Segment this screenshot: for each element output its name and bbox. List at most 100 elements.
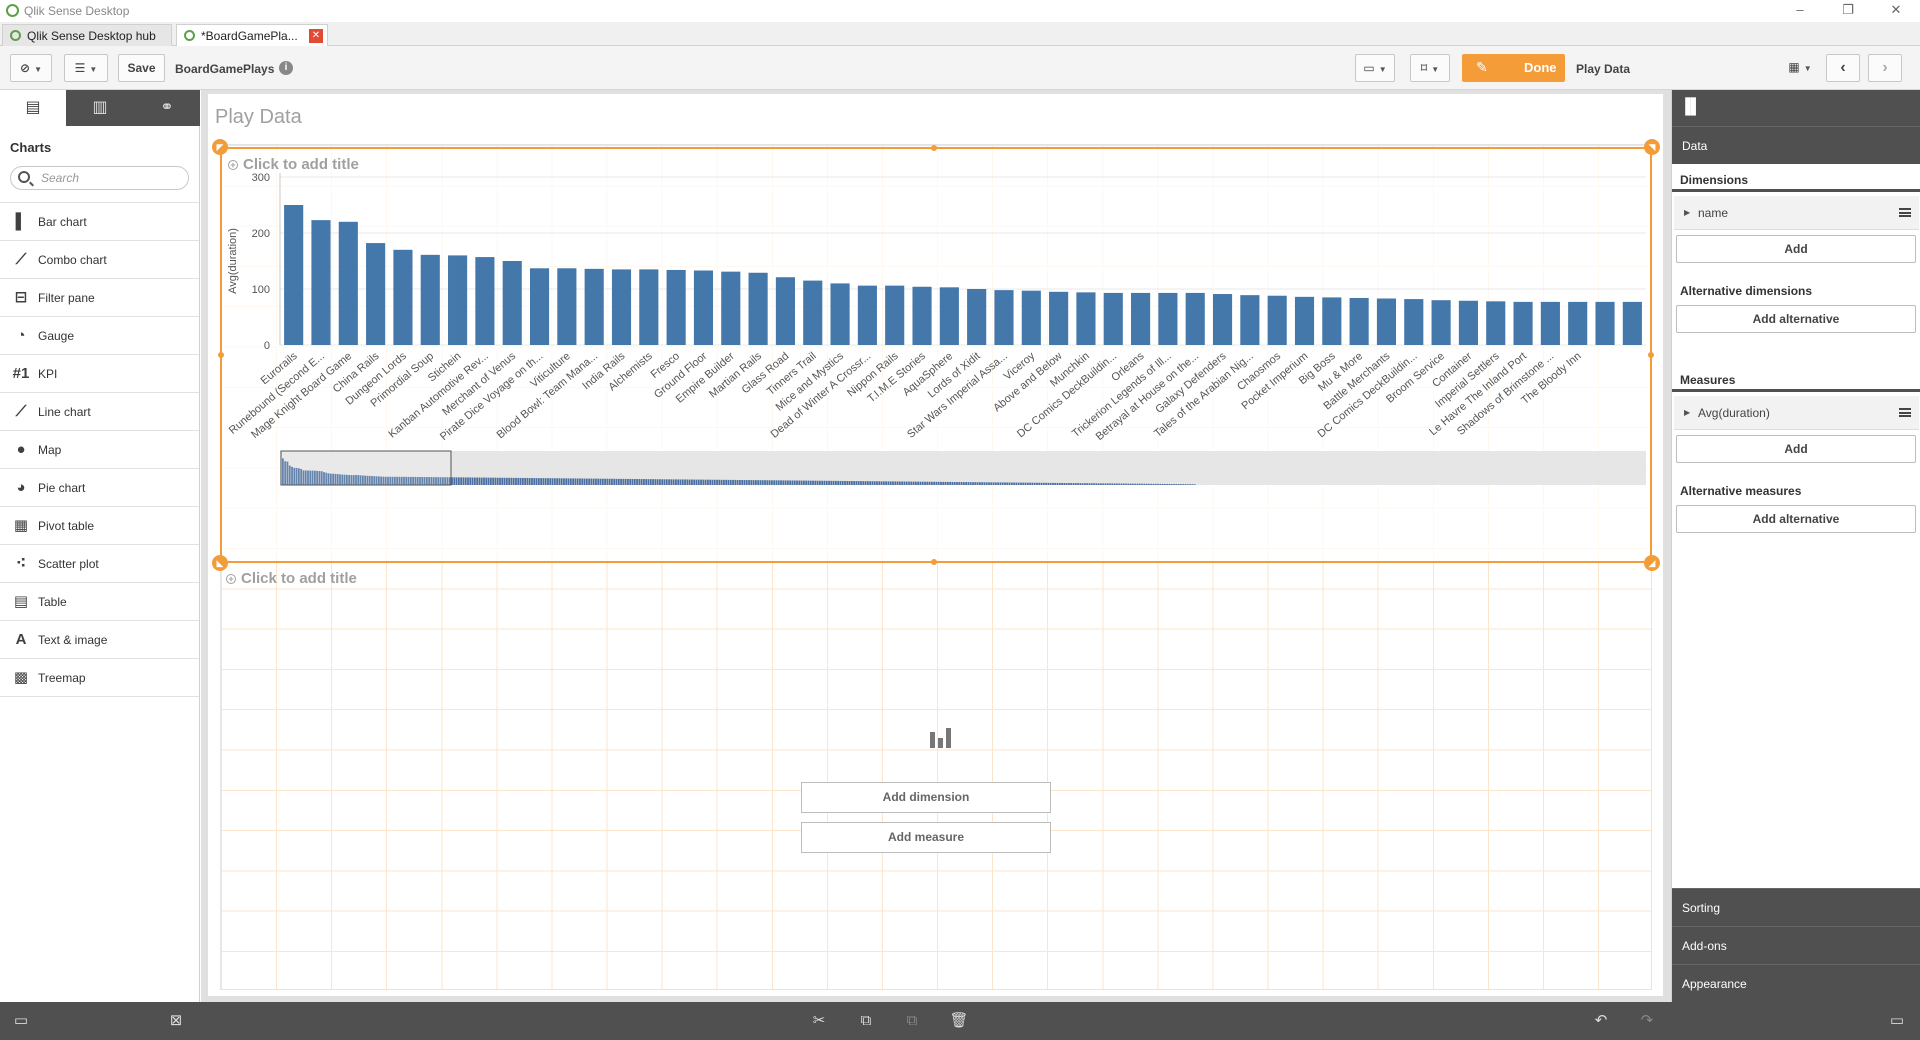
- present-button[interactable]: ▭ ▼: [1355, 54, 1395, 82]
- add-measure-button[interactable]: Add measure: [801, 822, 1051, 853]
- resize-handle-left[interactable]: [218, 352, 224, 358]
- sheets-icon: ▦: [1788, 60, 1800, 74]
- bar: [393, 249, 413, 345]
- add-alternative-measure-button[interactable]: Add alternative: [1676, 505, 1916, 533]
- bar: [885, 285, 905, 345]
- minimap-bar: [1052, 482, 1054, 485]
- resize-handle-top-right[interactable]: ◥: [1644, 139, 1660, 155]
- close-tab-icon[interactable]: ✕: [309, 29, 323, 43]
- chart-item-pivot-table[interactable]: ▦ Pivot table: [0, 506, 199, 544]
- chart-item-scatter-plot[interactable]: ⁖ Scatter plot: [0, 544, 199, 582]
- text-image-icon: A: [15, 631, 27, 648]
- minimap-bar: [882, 481, 885, 485]
- window-title: Qlik Sense Desktop: [24, 4, 130, 18]
- next-sheet-button[interactable]: ›: [1868, 54, 1902, 82]
- chart-item-pie-chart[interactable]: ◕ Pie chart: [0, 468, 199, 506]
- drag-handle-icon[interactable]: [1899, 408, 1911, 417]
- data-section-tab[interactable]: Data: [1672, 126, 1920, 164]
- undo-icon[interactable]: ↶: [1590, 1011, 1612, 1031]
- add-alternative-dimension-button[interactable]: Add alternative: [1676, 305, 1916, 333]
- minimap-bar: [531, 478, 533, 485]
- sheet-list-button[interactable]: ▦ ▼: [1780, 54, 1820, 82]
- copy-icon[interactable]: ⧉: [855, 1011, 877, 1031]
- search-input[interactable]: Search: [10, 166, 189, 190]
- drag-handle-icon[interactable]: [1899, 208, 1911, 217]
- info-icon[interactable]: i: [279, 61, 293, 75]
- chart-item-label: Bar chart: [38, 215, 87, 229]
- chart-item-bar-chart[interactable]: ▌ Bar chart: [0, 202, 199, 240]
- tab-hub[interactable]: Qlik Sense Desktop hub: [2, 24, 172, 46]
- cut-icon[interactable]: ✂: [808, 1011, 830, 1031]
- chart-item-combo-chart[interactable]: ⟋ Combo chart: [0, 240, 199, 278]
- resize-handle-top[interactable]: [931, 145, 937, 151]
- close-window-button[interactable]: ✕: [1876, 2, 1916, 20]
- minimap-bar: [1040, 482, 1043, 485]
- minimap-bar: [736, 479, 739, 485]
- tab-master-items[interactable]: ⚭: [134, 90, 200, 126]
- minimap-bar: [537, 478, 540, 485]
- chart-item-text-image[interactable]: A Text & image: [0, 620, 199, 658]
- minimap-bar: [540, 478, 542, 485]
- resize-handle-right[interactable]: [1648, 352, 1654, 358]
- chart-item-treemap[interactable]: ▩ Treemap: [0, 658, 199, 696]
- bookmark-button[interactable]: ⌑ ▼: [1410, 54, 1450, 82]
- minimap-bar: [759, 480, 762, 485]
- redo-icon[interactable]: ↷: [1636, 1011, 1658, 1031]
- add-measure-button[interactable]: Add: [1676, 435, 1916, 463]
- tab-charts[interactable]: ▤: [0, 90, 66, 126]
- chart-item-gauge[interactable]: ◔ Gauge: [0, 316, 199, 354]
- global-menu-button[interactable]: ☰ ▼: [64, 54, 108, 82]
- appearance-section[interactable]: Appearance: [1672, 964, 1920, 1002]
- minimap-bar: [1120, 483, 1123, 485]
- addons-section[interactable]: Add-ons: [1672, 926, 1920, 964]
- delete-icon[interactable]: 🗑: [948, 1011, 970, 1031]
- add-dimension-button[interactable]: Add dimension: [801, 782, 1051, 813]
- minimap-bar: [892, 481, 894, 485]
- variables-icon[interactable]: ⊠: [165, 1011, 187, 1031]
- minimize-button[interactable]: –: [1780, 2, 1820, 20]
- bar: [1294, 296, 1315, 345]
- minimap-bar: [480, 477, 483, 485]
- bar: [284, 205, 304, 345]
- minimap-bar: [622, 478, 625, 485]
- minimap-bar: [791, 480, 794, 485]
- bar-chart-icon: ▐▌: [1680, 98, 1702, 115]
- measure-item[interactable]: ▶ Avg(duration): [1674, 396, 1919, 430]
- chart-item-map[interactable]: ● Map: [0, 430, 199, 468]
- save-button[interactable]: Save: [118, 54, 165, 82]
- navigation-menu-button[interactable]: ⊘ ▼: [10, 54, 52, 82]
- resize-handle-top-left[interactable]: ◤: [212, 139, 228, 155]
- chart-item-table[interactable]: ▤ Table: [0, 582, 199, 620]
- tab-boardgameplays[interactable]: *BoardGamePla... ✕: [176, 24, 328, 46]
- minimap-bar: [588, 478, 590, 485]
- resize-handle-bottom[interactable]: [931, 559, 937, 565]
- previous-sheet-button[interactable]: ‹: [1826, 54, 1860, 82]
- empty-chart-object[interactable]: + Click to add title Add dimension Add me…: [220, 568, 1652, 990]
- minimap-bar: [1127, 483, 1130, 485]
- minimap-bar: [453, 477, 456, 485]
- chart-item-kpi[interactable]: #1 KPI: [0, 354, 199, 392]
- bar-chart-object[interactable]: + Click to add title 0 100 200 300 Avg(durati…: [212, 139, 1660, 571]
- sorting-section[interactable]: Sorting: [1672, 888, 1920, 926]
- minimap-bar: [994, 482, 997, 485]
- tab-fields[interactable]: ▥: [67, 90, 133, 126]
- minimap-bar: [601, 478, 604, 485]
- minimap-bar: [1186, 484, 1189, 485]
- add-dimension-button[interactable]: Add: [1676, 235, 1916, 263]
- restore-button[interactable]: ❐: [1828, 2, 1868, 20]
- done-button[interactable]: ✎ Done: [1462, 54, 1565, 82]
- bar: [475, 257, 495, 345]
- minimap-bar: [933, 481, 936, 485]
- chart-item-line-chart[interactable]: ⟋ Line chart: [0, 392, 199, 430]
- paste-icon[interactable]: ⧉: [901, 1011, 923, 1031]
- minimap-bar: [1026, 482, 1029, 485]
- dimension-item[interactable]: ▶ name: [1674, 196, 1919, 230]
- page-title[interactable]: Play Data: [215, 106, 302, 129]
- minimap-bar: [1020, 482, 1022, 485]
- minimap-bar: [494, 477, 497, 485]
- chart-item-filter-pane[interactable]: ⊟ Filter pane: [0, 278, 199, 316]
- toggle-left-panel-icon[interactable]: ▭: [10, 1011, 32, 1031]
- minimap-bar: [1058, 482, 1061, 485]
- toggle-right-panel-icon[interactable]: ▭: [1886, 1011, 1908, 1031]
- viz2-title-placeholder[interactable]: + Click to add title: [226, 570, 357, 587]
